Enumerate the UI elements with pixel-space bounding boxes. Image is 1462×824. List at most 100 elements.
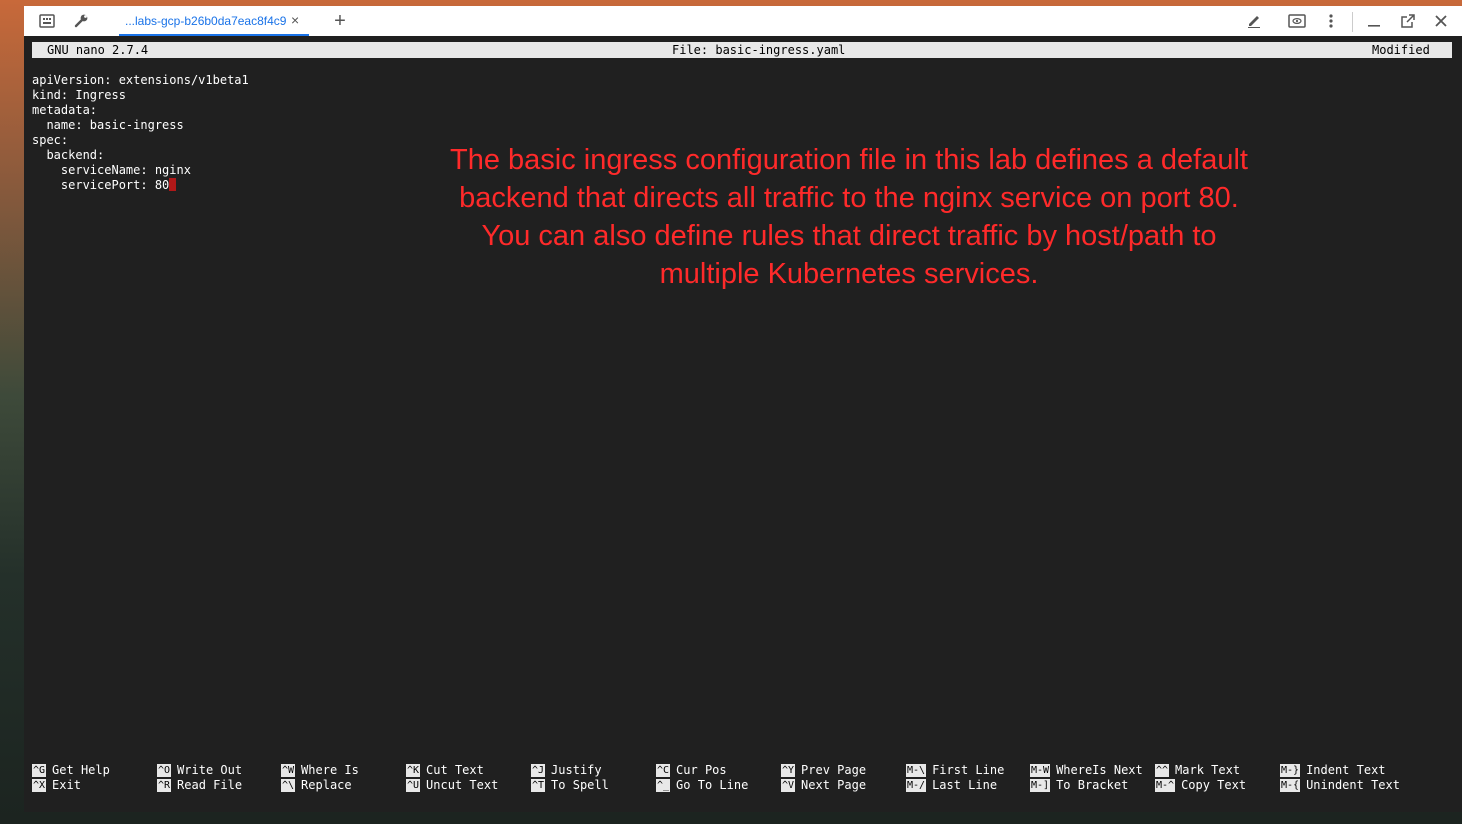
cloud-shell-window: ...labs-gcp-b26b0da7eac8f4c9 × + GNU nan…	[24, 6, 1462, 812]
shortcut-read-file[interactable]: ^R Read File	[157, 778, 242, 793]
keyboard-icon[interactable]	[36, 11, 58, 31]
tab-active-project[interactable]: ...labs-gcp-b26b0da7eac8f4c9 ×	[119, 6, 309, 36]
shortcut-key: ^W	[281, 764, 296, 777]
code-line: serviceName: nginx	[32, 163, 191, 177]
code-line: apiVersion: extensions/v1beta1	[32, 73, 249, 87]
shortcut-key: ^_	[656, 779, 671, 792]
shortcut-label: Next Page	[801, 778, 867, 792]
shortcut-key: ^C	[656, 764, 671, 777]
shortcut-key: ^G	[32, 764, 47, 777]
annotation-line: backend that directs all traffic to the …	[459, 182, 1239, 214]
more-options-icon[interactable]	[1320, 11, 1342, 31]
shortcut-key: ^O	[157, 764, 172, 777]
shortcut-key: ^Y	[781, 764, 796, 777]
shortcut-replace[interactable]: ^\ Replace	[281, 778, 352, 793]
shortcut-key: ^V	[781, 779, 796, 792]
shortcut-last-line[interactable]: M-/ Last Line	[906, 778, 997, 793]
edit-icon[interactable]	[1243, 11, 1265, 31]
close-icon[interactable]: ×	[291, 12, 299, 28]
open-new-window-icon[interactable]	[1397, 11, 1419, 31]
shortcut-label: Copy Text	[1181, 778, 1247, 792]
annotation-overlay: The basic ingress configuration file in …	[389, 141, 1309, 293]
cloud-shell-toolbar: ...labs-gcp-b26b0da7eac8f4c9 × +	[24, 6, 1462, 37]
shortcut-exit[interactable]: ^X Exit	[32, 778, 81, 793]
shortcut-prev-page[interactable]: ^Y Prev Page	[781, 763, 866, 778]
shortcut-key: ^X	[32, 779, 47, 792]
shortcut-label: Exit	[52, 778, 81, 792]
toolbar-divider	[1352, 12, 1353, 32]
shortcut-indent-text[interactable]: M-} Indent Text	[1280, 763, 1386, 778]
shortcut-label: Unindent Text	[1306, 778, 1400, 792]
nano-title-bar: GNU nano 2.7.4 File: basic-ingress.yaml …	[32, 42, 1452, 58]
file-name: File: basic-ingress.yaml	[672, 43, 846, 57]
shortcut-get-help[interactable]: ^G Get Help	[32, 763, 110, 778]
shortcut-label: Replace	[301, 778, 352, 792]
shortcut-label: WhereIs Next	[1056, 763, 1143, 777]
shortcut-label: Write Out	[177, 763, 243, 777]
shortcut-whereis-next[interactable]: M-W WhereIs Next	[1030, 763, 1143, 778]
shortcut-key: M-/	[906, 779, 927, 792]
shortcut-justify[interactable]: ^J Justify	[531, 763, 602, 778]
shortcut-label: To Spell	[551, 778, 609, 792]
shortcut-label: Read File	[177, 778, 243, 792]
shortcut-label: Cur Pos	[676, 763, 727, 777]
shortcut-label: Mark Text	[1175, 763, 1241, 777]
annotation-line: The basic ingress configuration file in …	[450, 144, 1248, 176]
shortcut-cut-text[interactable]: ^K Cut Text	[406, 763, 484, 778]
annotation-line: You can also define rules that direct tr…	[481, 220, 1217, 252]
wrench-icon[interactable]	[70, 11, 92, 31]
shortcut-label: Cut Text	[426, 763, 484, 777]
shortcut-key: ^T	[531, 779, 546, 792]
shortcut-key: ^U	[406, 779, 421, 792]
shortcut-key: ^R	[157, 779, 172, 792]
shortcut-cur-pos[interactable]: ^C Cur Pos	[656, 763, 727, 778]
shortcut-to-spell[interactable]: ^T To Spell	[531, 778, 609, 793]
shortcut-key: M-]	[1030, 779, 1051, 792]
nano-version: GNU nano 2.7.4	[47, 43, 149, 57]
shortcut-key: M-{	[1280, 779, 1301, 792]
shortcut-go-to-line[interactable]: ^_ Go To Line	[656, 778, 748, 793]
nano-terminal[interactable]: GNU nano 2.7.4 File: basic-ingress.yaml …	[24, 36, 1462, 812]
shortcut-key: ^K	[406, 764, 421, 777]
shortcut-label: Where Is	[301, 763, 359, 777]
shortcut-label: Go To Line	[676, 778, 749, 792]
annotation-line: multiple Kubernetes services.	[659, 258, 1039, 290]
code-line: metadata:	[32, 103, 98, 117]
shortcut-next-page[interactable]: ^V Next Page	[781, 778, 866, 793]
shortcut-key: ^^	[1155, 764, 1170, 777]
shortcut-copy-text[interactable]: M-^ Copy Text	[1155, 778, 1246, 793]
shortcut-key: ^J	[531, 764, 546, 777]
minimize-icon[interactable]	[1363, 11, 1385, 31]
shortcut-first-line[interactable]: M-\ First Line	[906, 763, 1004, 778]
shortcut-label: Last Line	[932, 778, 998, 792]
code-line: backend:	[32, 148, 105, 162]
shortcut-label: Get Help	[52, 763, 110, 777]
shortcut-write-out[interactable]: ^O Write Out	[157, 763, 242, 778]
shortcut-key: M-W	[1030, 764, 1051, 777]
shortcut-key: M-}	[1280, 764, 1301, 777]
shortcut-key: M-^	[1155, 779, 1176, 792]
tab-title: ...labs-gcp-b26b0da7eac8f4c9	[125, 14, 287, 28]
shortcut-label: First Line	[932, 763, 1005, 777]
modified-status: Modified	[1372, 43, 1430, 57]
shortcut-label: Prev Page	[801, 763, 867, 777]
shortcut-unindent-text[interactable]: M-{ Unindent Text	[1280, 778, 1400, 793]
web-preview-icon[interactable]	[1286, 11, 1308, 31]
shortcut-uncut-text[interactable]: ^U Uncut Text	[406, 778, 498, 793]
add-tab-icon[interactable]: +	[329, 11, 351, 31]
shortcut-label: Indent Text	[1306, 763, 1386, 777]
text-cursor	[169, 178, 177, 191]
shortcut-label: To Bracket	[1056, 778, 1129, 792]
shortcut-to-bracket[interactable]: M-] To Bracket	[1030, 778, 1128, 793]
shortcut-key: ^\	[281, 779, 296, 792]
code-line: name: basic-ingress	[32, 118, 184, 132]
code-line: spec:	[32, 133, 69, 147]
code-line: kind: Ingress	[32, 88, 126, 102]
shortcut-label: Justify	[551, 763, 602, 777]
shortcut-key: M-\	[906, 764, 927, 777]
code-line-cursor: servicePort: 80	[32, 178, 177, 193]
close-window-icon[interactable]	[1430, 11, 1452, 31]
shortcut-mark-text[interactable]: ^^ Mark Text	[1155, 763, 1240, 778]
shortcut-label: Uncut Text	[426, 778, 499, 792]
shortcut-where-is[interactable]: ^W Where Is	[281, 763, 359, 778]
